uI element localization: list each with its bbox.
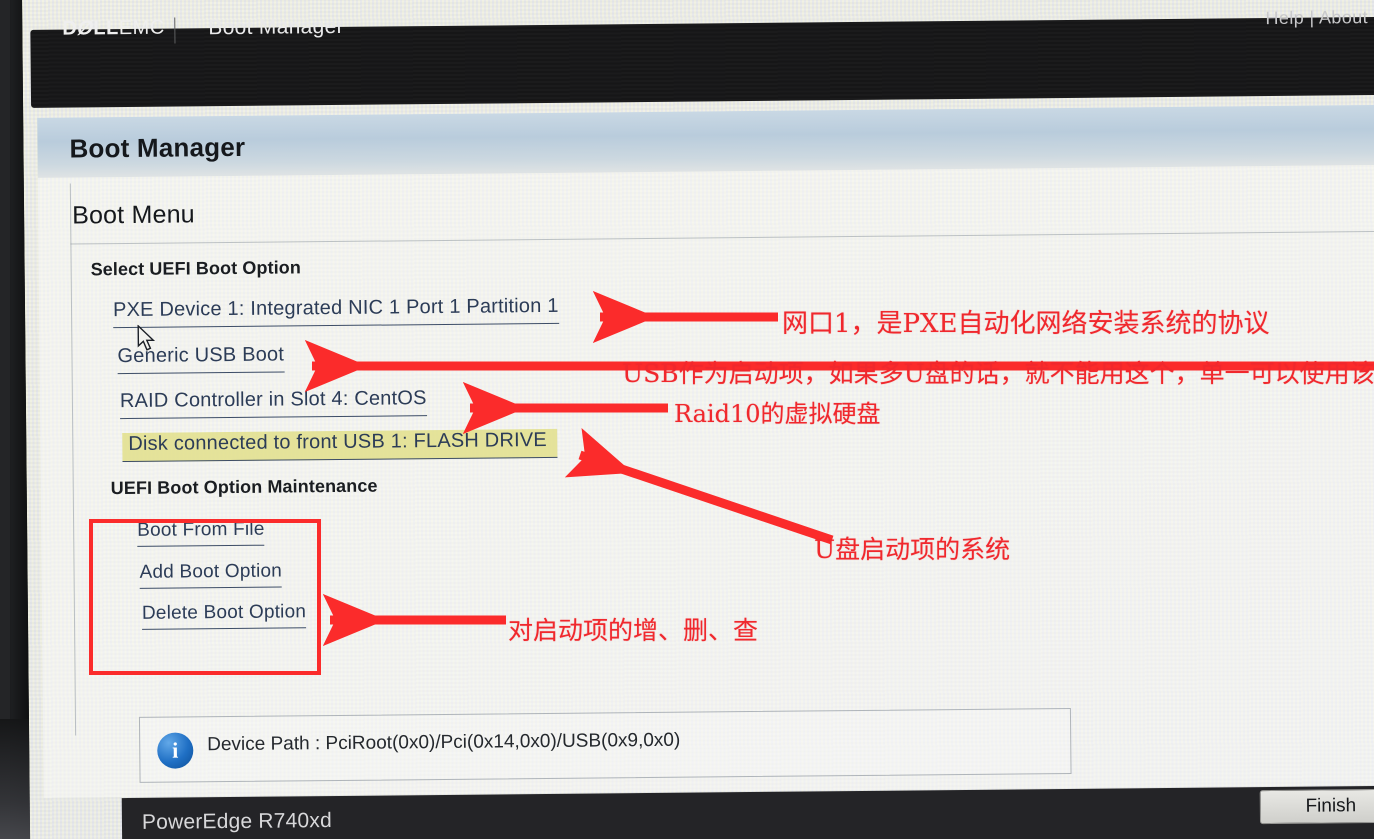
annotation-text-usb: USB作为启动项，如果多U盘的话，就不能用这个，单一可以使用该项 (622, 359, 1374, 388)
monitor-bezel-edge (0, 0, 10, 839)
finish-button[interactable]: Finish (1259, 788, 1374, 825)
header-links[interactable]: Help | About | E (1265, 7, 1374, 29)
annotation-text-pxe: 网口1，是PXE自动化网络安装系统的协议 (782, 309, 1270, 339)
annotation-box-maintenance (89, 519, 321, 675)
dell-emc-logo: DØLLEMC (62, 16, 165, 40)
info-icon: i (157, 732, 194, 769)
section-title: Boot Menu (71, 200, 195, 230)
mouse-cursor-icon (137, 324, 156, 351)
boot-option-raid-controller-centos[interactable]: RAID Controller in Slot 4: CentOS (119, 387, 427, 420)
boot-option-front-usb-flash-drive[interactable]: Disk connected to front USB 1: FLASH DRI… (122, 428, 558, 463)
boot-option-pxe-device-1[interactable]: PXE Device 1: Integrated NIC 1 Port 1 Pa… (112, 294, 559, 329)
annotation-text-raid: Raid10的虚拟硬盘 (674, 400, 881, 428)
system-model-label: PowerEdge R740xd (141, 809, 333, 834)
app-title: Boot Manager (208, 14, 344, 40)
select-uefi-boot-option-label: Select UEFI Boot Option (90, 257, 302, 280)
screenshot-root: DØLLEMC Boot Manager Help | About | E Bo… (0, 0, 1374, 839)
annotation-text-maintenance: 对启动项的增、删、查 (508, 616, 759, 645)
page-title: Boot Manager (69, 131, 246, 164)
uefi-boot-option-maintenance-label: UEFI Boot Option Maintenance (110, 475, 378, 499)
annotation-text-flash: U盘启动项的系统 (814, 535, 1011, 564)
device-path-text: Device Path : PciRoot(0x0)/Pci(0x14,0x0)… (207, 729, 681, 756)
